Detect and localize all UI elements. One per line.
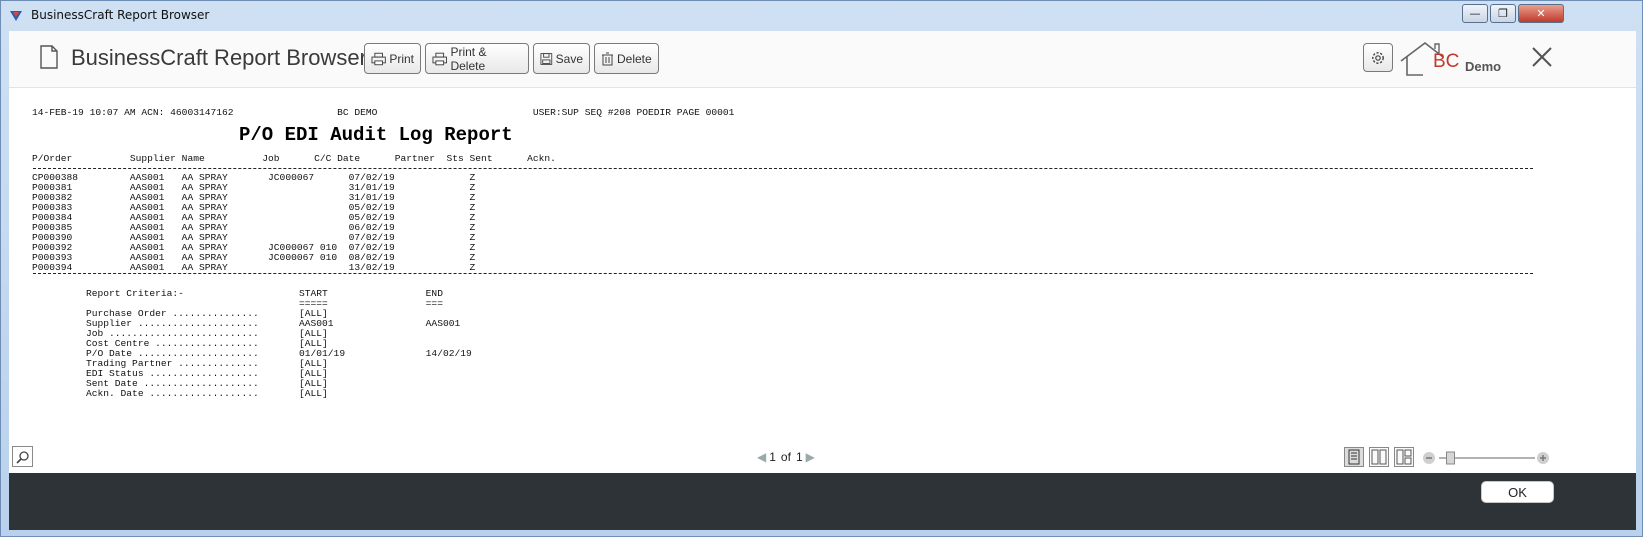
divider [33, 273, 1533, 274]
delete-label: Delete [617, 51, 652, 66]
search-icon [15, 450, 29, 464]
table-row: P000394 AAS001 AA SPRAY 13/02/19 Z [32, 262, 476, 273]
zoom-thumb[interactable] [1446, 451, 1455, 465]
next-page-icon[interactable]: ▶ [806, 450, 815, 464]
two-page-view-button[interactable] [1369, 447, 1389, 467]
app-icon [10, 11, 22, 21]
criteria-line: Ackn. Date ................... [ALL] [86, 388, 328, 399]
app-window: BusinessCraft Report Browser — ❐ ✕ Busin… [0, 0, 1643, 537]
trash-icon [602, 52, 613, 65]
divider [33, 168, 1533, 169]
client-area: BusinessCraft Report Browser Print Print… [9, 31, 1636, 530]
multi-page-icon [1396, 449, 1412, 465]
single-page-view-button[interactable] [1344, 447, 1364, 467]
app-title: BusinessCraft Report Browser [71, 45, 367, 70]
two-page-icon [1371, 449, 1387, 465]
logo-text: BC [1433, 51, 1460, 72]
print-delete-label: Print & Delete [450, 44, 487, 73]
printer-icon [432, 52, 447, 65]
find-button[interactable] [12, 446, 33, 467]
document-icon [40, 45, 58, 69]
save-button[interactable]: Save [533, 43, 590, 74]
total-pages: 1 [795, 450, 803, 464]
gear-icon [1372, 51, 1384, 64]
print-button[interactable]: Print [364, 43, 421, 74]
single-page-icon [1348, 449, 1360, 465]
title-bar[interactable]: BusinessCraft Report Browser — ❐ ✕ [1, 1, 1642, 31]
toolbar: BusinessCraft Report Browser Print Print… [9, 31, 1636, 88]
demo-label: Demo [1465, 59, 1502, 74]
close-window-button[interactable]: ✕ [1518, 4, 1564, 23]
multi-page-view-button[interactable] [1394, 447, 1414, 467]
footer-bar: OK [9, 473, 1636, 530]
print-delete-button[interactable]: Print & Delete [425, 43, 529, 74]
settings-button[interactable] [1363, 43, 1393, 72]
delete-button[interactable]: Delete [594, 43, 659, 74]
save-label: Save [555, 51, 583, 66]
status-row: ◀ 1 of 1 ▶ [9, 443, 1636, 473]
report-page: 14-FEB-19 10:07 AM ACN: 46003147162 BC D… [9, 89, 1636, 443]
printer-icon [371, 52, 386, 65]
ok-button[interactable]: OK [1481, 481, 1554, 503]
column-header: P/Order Supplier Name Job C/C Date Partn… [32, 153, 556, 164]
pager: ◀ 1 of 1 ▶ [754, 450, 818, 464]
close-icon[interactable] [1530, 45, 1554, 69]
report-header-line: 14-FEB-19 10:07 AM ACN: 46003147162 BC D… [32, 107, 735, 118]
current-page: 1 [769, 450, 776, 464]
floppy-icon [540, 52, 553, 65]
pager-of-label: of [780, 450, 791, 464]
window-title: BusinessCraft Report Browser [31, 8, 210, 22]
print-label: Print [389, 51, 414, 66]
maximize-button[interactable]: ❐ [1490, 4, 1516, 23]
zoom-slider[interactable] [1421, 449, 1551, 467]
prev-page-icon[interactable]: ◀ [757, 450, 766, 464]
report-title: P/O EDI Audit Log Report [239, 124, 513, 146]
minimize-button[interactable]: — [1462, 4, 1488, 23]
